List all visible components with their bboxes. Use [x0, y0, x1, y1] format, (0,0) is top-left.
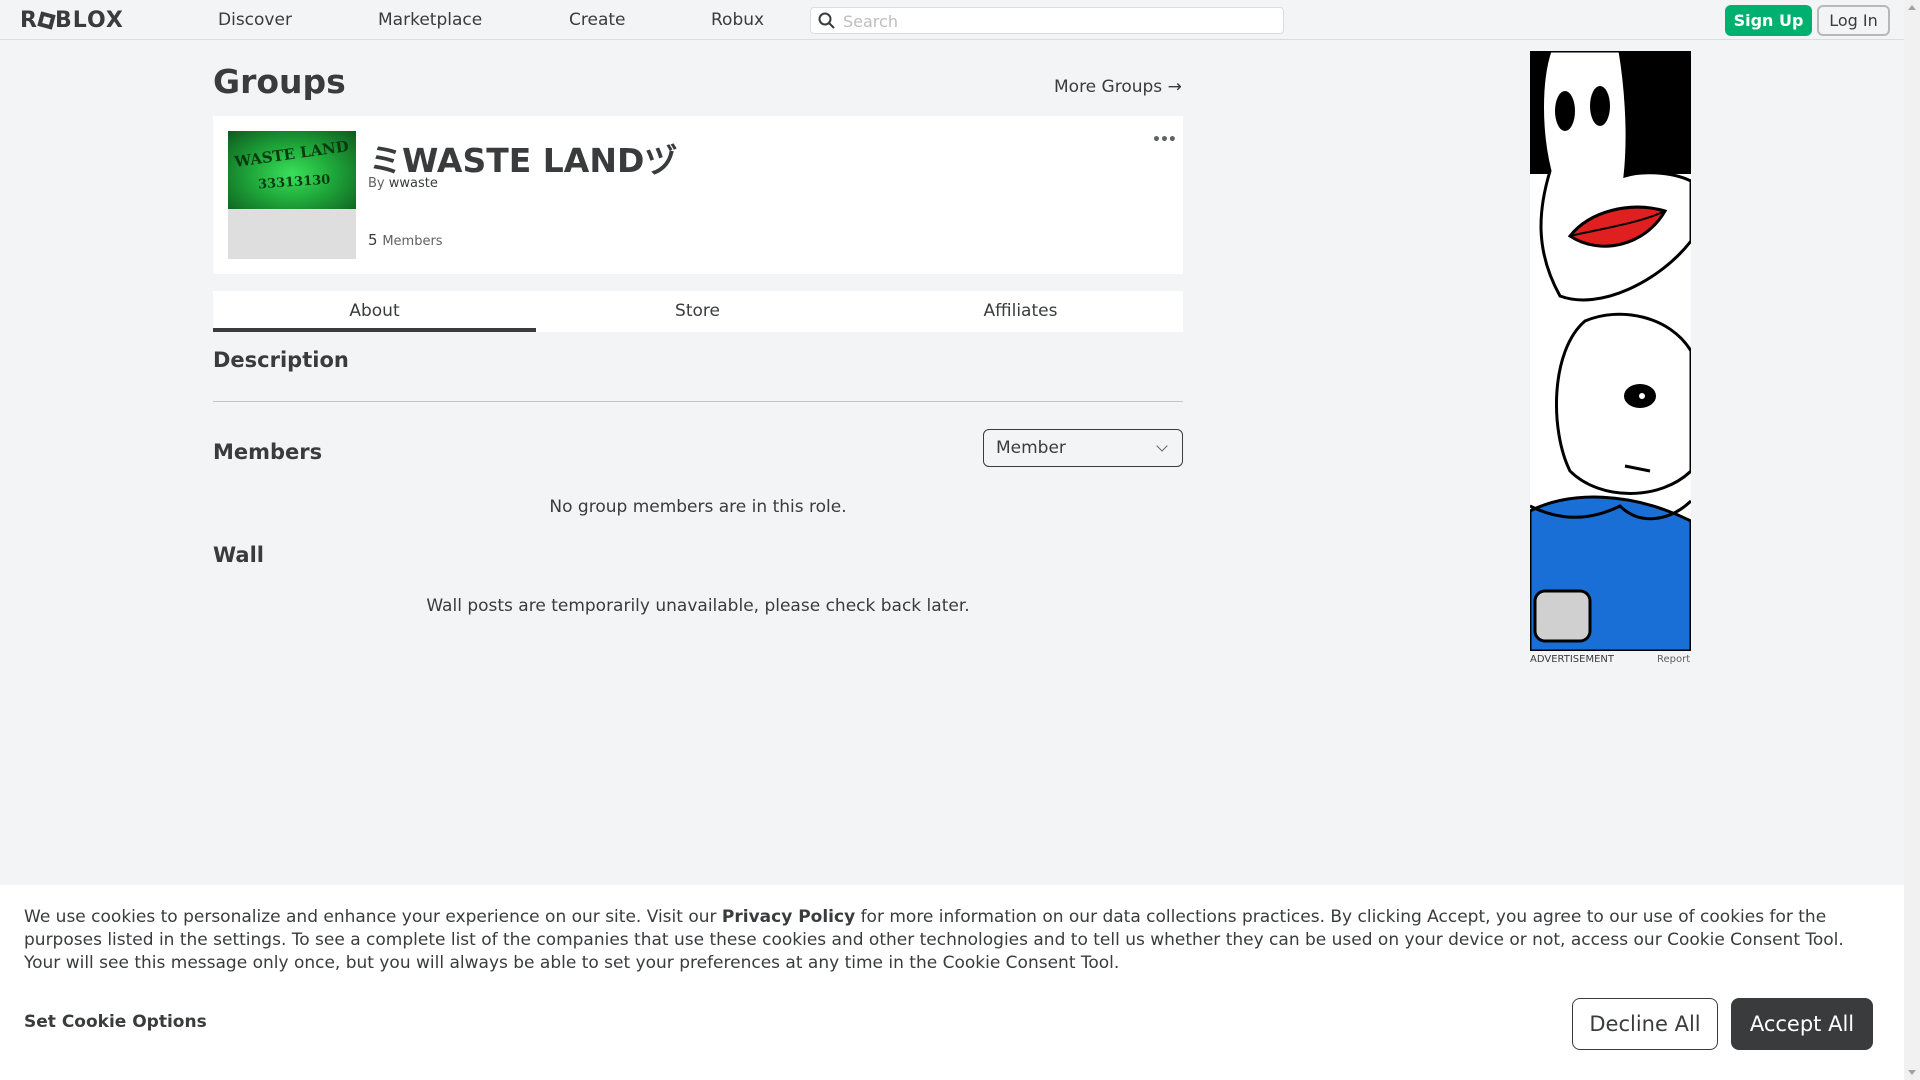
scroll-down-icon[interactable]: [1908, 1070, 1916, 1075]
role-dropdown-value: Member: [996, 438, 1066, 458]
emblem-text-top: WASTE LAND: [233, 137, 350, 171]
tab-about[interactable]: About: [213, 291, 536, 332]
member-count: 5 Members: [368, 231, 443, 249]
role-dropdown[interactable]: Member: [983, 429, 1183, 467]
description-heading: Description: [213, 348, 349, 372]
ad-artwork-image: [1530, 51, 1691, 651]
search-box[interactable]: [810, 7, 1284, 34]
more-groups-link[interactable]: More Groups →: [1054, 77, 1182, 97]
chevron-down-icon: [1156, 440, 1168, 452]
wall-heading: Wall: [213, 543, 264, 567]
page-title: Groups: [213, 62, 346, 101]
tab-store[interactable]: Store: [536, 291, 859, 332]
set-cookie-options-link[interactable]: Set Cookie Options: [24, 1012, 207, 1032]
advertisement-banner[interactable]: [1530, 51, 1691, 651]
top-nav: R BLOX Discover Marketplace Create Robux …: [0, 0, 1904, 40]
by-label: By: [368, 176, 385, 191]
search-input[interactable]: [843, 10, 1273, 32]
member-count-label: Members: [382, 234, 443, 249]
ad-report-link[interactable]: Report: [1657, 654, 1690, 665]
group-owner-line: By wwaste: [368, 176, 438, 191]
group-tabs: About Store Affiliates: [213, 291, 1183, 332]
nav-marketplace[interactable]: Marketplace: [378, 10, 482, 30]
group-emblem-image: WASTE LAND 33313130: [228, 131, 356, 209]
accept-all-button[interactable]: Accept All: [1731, 998, 1873, 1050]
decline-all-button[interactable]: Decline All: [1572, 998, 1718, 1050]
group-name: ミWASTE LANDヅ: [369, 141, 678, 180]
nav-robux[interactable]: Robux: [711, 10, 764, 30]
cookie-consent-banner: We use cookies to personalize and enhanc…: [0, 885, 1904, 1080]
more-options-icon[interactable]: •••: [1152, 132, 1177, 148]
cookie-text-before: We use cookies to personalize and enhanc…: [24, 907, 722, 927]
scroll-up-icon[interactable]: [1908, 5, 1916, 10]
privacy-policy-link[interactable]: Privacy Policy: [722, 907, 855, 927]
cookie-message: We use cookies to personalize and enhanc…: [24, 906, 1884, 975]
roblox-logo[interactable]: R BLOX: [20, 8, 124, 33]
group-header-card: WASTE LAND 33313130 ミWASTE LANDヅ By wwas…: [213, 116, 1183, 274]
group-owner-link[interactable]: wwaste: [389, 176, 438, 191]
search-icon: [818, 12, 835, 29]
nav-discover[interactable]: Discover: [218, 10, 292, 30]
tab-affiliates[interactable]: Affiliates: [859, 291, 1182, 332]
emblem-text-bottom: 33313130: [257, 172, 331, 193]
wall-unavailable-message: Wall posts are temporarily unavailable, …: [426, 596, 970, 616]
advertisement-label: ADVERTISEMENT: [1530, 654, 1615, 665]
group-emblem: WASTE LAND 33313130: [228, 131, 356, 259]
log-in-button[interactable]: Log In: [1817, 5, 1890, 36]
member-count-value: 5: [368, 231, 378, 249]
page-scrollbar[interactable]: [1904, 0, 1920, 1080]
members-heading: Members: [213, 440, 323, 464]
nav-create[interactable]: Create: [569, 10, 626, 30]
no-members-message: No group members are in this role.: [549, 497, 847, 517]
sign-up-button[interactable]: Sign Up: [1725, 5, 1812, 36]
section-divider: [213, 401, 1183, 402]
